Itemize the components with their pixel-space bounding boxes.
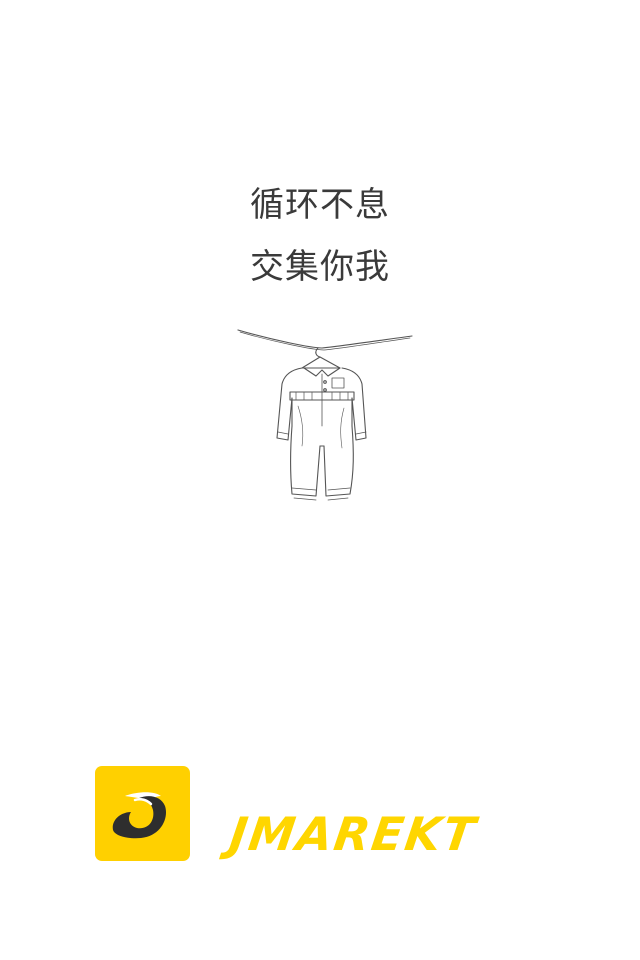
app-logo-icon [95,766,190,861]
slogan-line-2: 交集你我 [250,247,390,287]
brand-wordmark-text: JMAREKT [218,807,481,861]
splash-screen: 循环不息 交集你我 JMAREKT [0,0,640,960]
brand-wordmark: JMAREKT [218,806,564,866]
hanging-jumpsuit-illustration [232,322,418,510]
slogan-line-1: 循环不息 [250,185,390,225]
